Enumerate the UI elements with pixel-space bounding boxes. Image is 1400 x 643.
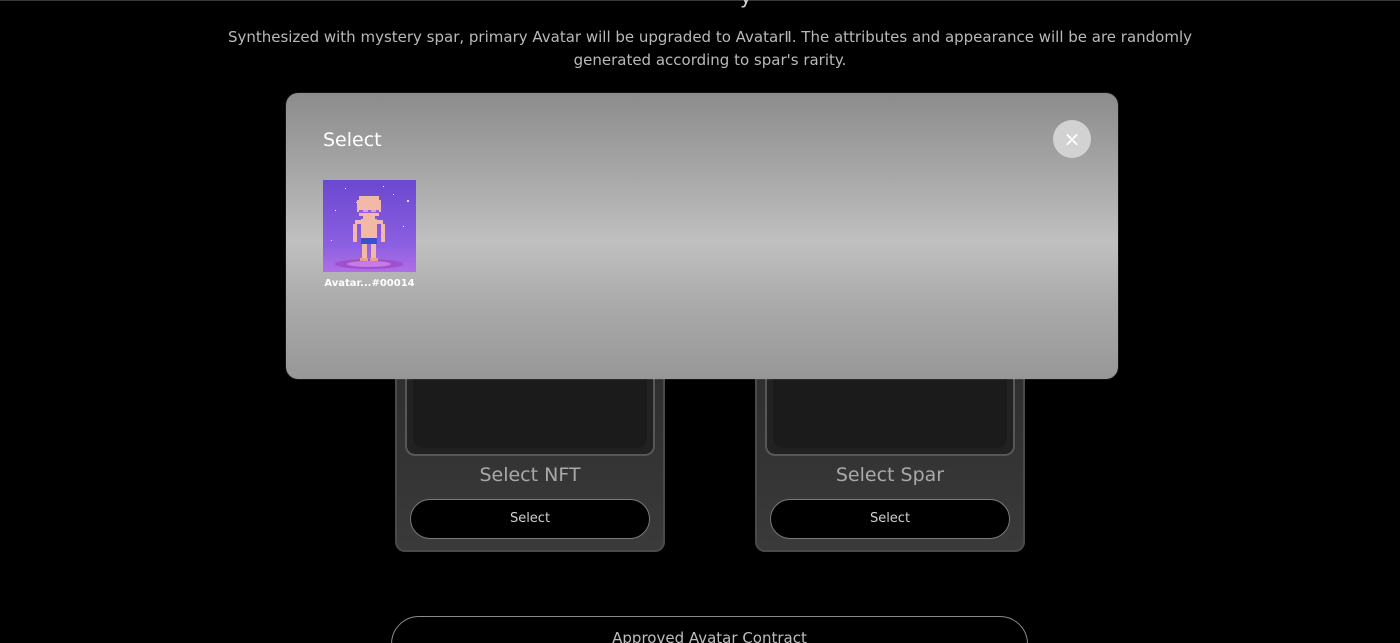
synthesis-description: Synthesized with mystery spar, primary A… <box>227 28 1193 69</box>
approve-avatar-contract-button[interactable]: Approved Avatar Contract <box>391 616 1028 643</box>
nft-list-item[interactable]: Avatar...#00014 <box>323 180 416 289</box>
nft-item-name: Avatar...#00014 <box>324 278 415 289</box>
select-nft-label: Select NFT <box>479 464 581 486</box>
select-nft-button[interactable]: Select <box>410 499 650 539</box>
select-modal: Select × Avatar...#00014 <box>286 93 1118 379</box>
close-icon[interactable]: × <box>1053 120 1091 158</box>
top-divider <box>0 0 1400 1</box>
modal-title: Select <box>323 129 382 151</box>
select-spar-label: Select Spar <box>835 464 945 486</box>
avatar-nft-thumbnail <box>323 180 416 272</box>
synthesis-page: y Synthesized with mystery spar, primary… <box>0 0 1400 643</box>
page-title-fragment: y <box>740 0 780 8</box>
select-spar-button[interactable]: Select <box>770 499 1010 539</box>
